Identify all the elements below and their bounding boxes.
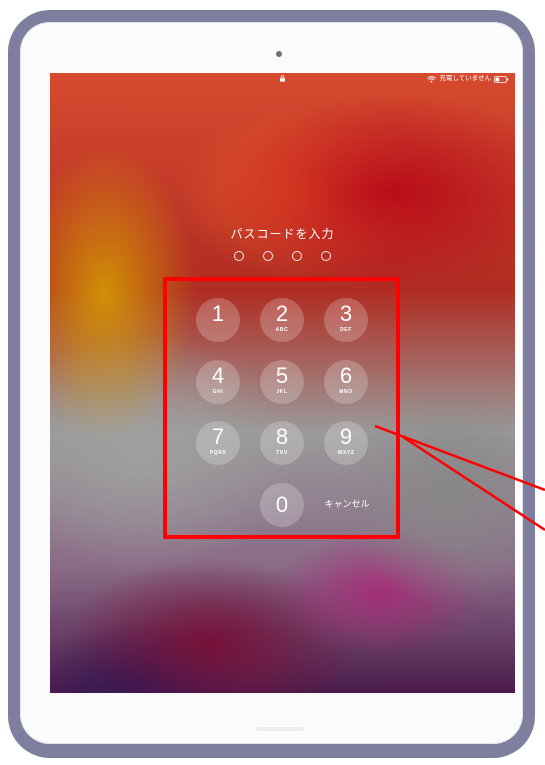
key-0[interactable]: 0 bbox=[260, 483, 304, 527]
key-digit: 9 bbox=[339, 424, 353, 449]
passcode-dot bbox=[292, 251, 302, 261]
home-indicator bbox=[256, 727, 304, 731]
key-letters: DEF bbox=[340, 327, 352, 333]
cancel-button[interactable]: キャンセル bbox=[322, 497, 372, 511]
key-6[interactable]: 6 MNO bbox=[324, 360, 368, 404]
key-letters: GHI bbox=[212, 389, 224, 395]
key-letters: ABC bbox=[275, 327, 289, 333]
lock-screen: 充電していません パスコードを入力 1 2 ABC 3 DEF 4 GHI 5 … bbox=[50, 73, 515, 693]
key-digit: 6 bbox=[339, 363, 353, 388]
key-digit: 7 bbox=[211, 424, 225, 449]
key-5[interactable]: 5 JKL bbox=[260, 360, 304, 404]
key-7[interactable]: 7 PQRS bbox=[196, 421, 240, 465]
lock-icon bbox=[280, 75, 285, 82]
key-digit: 4 bbox=[211, 363, 225, 388]
passcode-dot bbox=[263, 251, 273, 261]
key-letters: JKL bbox=[276, 389, 288, 395]
key-1[interactable]: 1 bbox=[196, 298, 240, 342]
key-3[interactable]: 3 DEF bbox=[324, 298, 368, 342]
key-2[interactable]: 2 ABC bbox=[260, 298, 304, 342]
passcode-dot bbox=[234, 251, 244, 261]
key-digit: 3 bbox=[339, 301, 353, 326]
status-bar: 充電していません bbox=[50, 73, 515, 85]
passcode-dot bbox=[321, 251, 331, 261]
key-8[interactable]: 8 TUV bbox=[260, 421, 304, 465]
key-letters: PQRS bbox=[209, 450, 227, 456]
key-digit: 0 bbox=[275, 492, 289, 517]
passcode-dots bbox=[234, 251, 331, 263]
key-digit: 8 bbox=[275, 424, 289, 449]
key-letters: MNO bbox=[339, 389, 353, 395]
charging-status: 充電していません bbox=[439, 75, 491, 82]
key-9[interactable]: 9 WXYZ bbox=[324, 421, 368, 465]
wifi-icon bbox=[427, 75, 437, 82]
passcode-title: パスコードを入力 bbox=[230, 227, 335, 241]
key-digit: 1 bbox=[211, 301, 225, 326]
status-right: 充電していません bbox=[427, 74, 509, 84]
key-digit: 5 bbox=[275, 363, 289, 388]
key-letters: TUV bbox=[276, 450, 288, 456]
front-camera bbox=[276, 51, 282, 57]
battery-icon bbox=[494, 75, 509, 83]
key-letters: WXYZ bbox=[337, 450, 355, 456]
key-digit: 2 bbox=[275, 301, 289, 326]
key-4[interactable]: 4 GHI bbox=[196, 360, 240, 404]
